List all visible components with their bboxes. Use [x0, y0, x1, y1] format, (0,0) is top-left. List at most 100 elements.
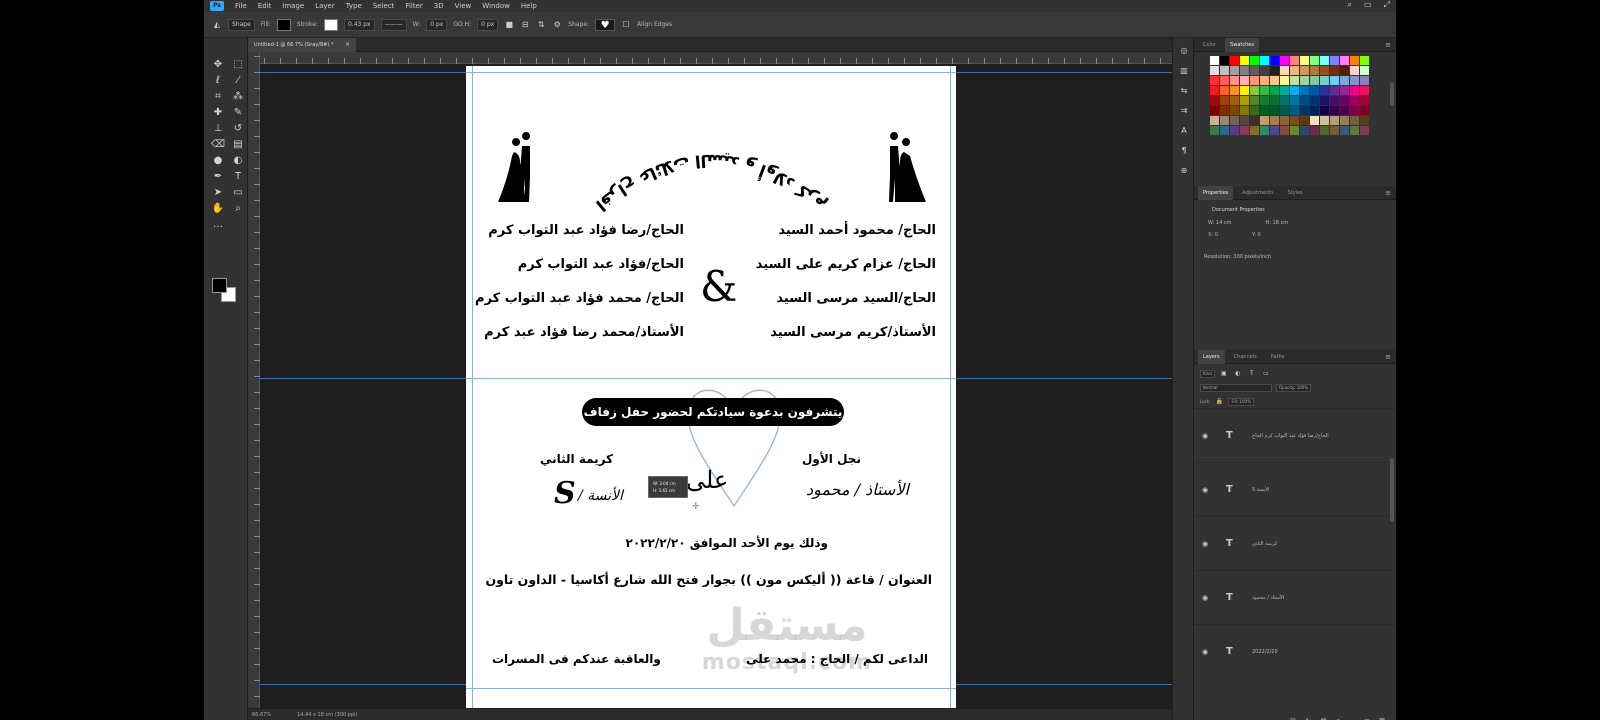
color-swatch[interactable]	[1360, 76, 1369, 85]
color-swatch[interactable]	[1360, 56, 1369, 65]
color-swatch[interactable]	[1290, 86, 1299, 95]
color-swatch[interactable]	[1250, 106, 1259, 115]
color-swatch[interactable]	[1330, 86, 1339, 95]
color-swatch[interactable]	[1240, 66, 1249, 75]
color-swatch[interactable]	[1210, 56, 1219, 65]
vertical-ruler[interactable]	[248, 52, 260, 708]
heart-shape-picker[interactable]: ♥	[595, 18, 616, 31]
color-swatch[interactable]	[1210, 106, 1219, 115]
color-swatch[interactable]	[1220, 116, 1229, 125]
color-swatch[interactable]	[1280, 126, 1289, 135]
eyedropper-tool-icon[interactable]: ⁂	[230, 90, 246, 103]
color-swatch[interactable]	[1230, 76, 1239, 85]
color-swatch[interactable]	[1290, 56, 1299, 65]
fill-field[interactable]: Fill: 100%	[1228, 397, 1254, 406]
color-swatch[interactable]	[1320, 96, 1329, 105]
color-swatch[interactable]	[1270, 126, 1279, 135]
panel-menu-icon[interactable]: ≡	[1385, 38, 1391, 52]
tab-properties[interactable]: Properties	[1198, 185, 1234, 200]
color-swatch[interactable]	[1290, 106, 1299, 115]
color-swatch[interactable]	[1260, 126, 1269, 135]
color-swatch[interactable]	[1350, 66, 1359, 75]
path-operations-icon[interactable]: ■	[504, 20, 514, 30]
layer-name[interactable]: الأستاذ / محمود	[1252, 595, 1284, 601]
color-swatch[interactable]	[1350, 106, 1359, 115]
menu-view[interactable]: View	[455, 2, 472, 10]
color-swatch[interactable]	[1240, 56, 1249, 65]
path-alignment-icon[interactable]: ⊟	[520, 20, 530, 30]
dodge-tool-icon[interactable]: ◐	[230, 154, 246, 167]
filter-adjust-icon[interactable]: ◐	[1233, 369, 1243, 379]
menu-type[interactable]: Type	[346, 2, 362, 10]
color-swatch[interactable]	[1230, 116, 1239, 125]
character-icon[interactable]: A	[1173, 124, 1195, 138]
magic-wand-tool-icon[interactable]: ⁄	[230, 74, 246, 87]
color-swatch[interactable]	[1240, 86, 1249, 95]
eye-icon[interactable]: ◉	[1202, 594, 1212, 602]
adjustments-icon[interactable]: ⇆	[1173, 84, 1195, 98]
color-swatch[interactable]	[1290, 96, 1299, 105]
color-swatch[interactable]	[1340, 116, 1349, 125]
color-swatch[interactable]	[1360, 126, 1369, 135]
color-swatch[interactable]	[1230, 96, 1239, 105]
color-swatch[interactable]	[1220, 76, 1229, 85]
color-swatch[interactable]	[1280, 76, 1289, 85]
color-swatch[interactable]	[1270, 106, 1279, 115]
crop-tool-icon[interactable]: ⌗	[210, 90, 226, 103]
color-swatch[interactable]	[1230, 126, 1239, 135]
color-swatch[interactable]	[1240, 126, 1249, 135]
height-field[interactable]: 0 px	[477, 18, 499, 31]
color-swatch[interactable]	[1290, 126, 1299, 135]
color-swatch[interactable]	[1340, 96, 1349, 105]
color-swatch[interactable]	[1250, 66, 1259, 75]
color-swatch[interactable]	[1310, 96, 1319, 105]
menu-layer[interactable]: Layer	[315, 2, 335, 10]
color-swatch[interactable]	[1210, 66, 1219, 75]
color-swatch[interactable]	[1310, 86, 1319, 95]
color-swatch[interactable]	[1320, 106, 1329, 115]
color-swatch[interactable]	[1320, 86, 1329, 95]
type-tool-icon[interactable]: T	[230, 170, 246, 183]
color-swatch[interactable]	[1320, 116, 1329, 125]
tab-color[interactable]: Color	[1198, 38, 1221, 52]
eye-icon[interactable]: ◉	[1202, 486, 1212, 494]
path-arrangement-icon[interactable]: ⇅	[536, 20, 546, 30]
healing-brush-tool-icon[interactable]: ✚	[210, 106, 226, 119]
color-swatch[interactable]	[1230, 66, 1239, 75]
learn-icon[interactable]: ◎	[1173, 44, 1195, 58]
paragraph-icon[interactable]: ¶	[1173, 144, 1195, 158]
layer-name[interactable]: كريمة الثاني	[1252, 541, 1277, 547]
filter-type-icon[interactable]: T	[1247, 369, 1257, 379]
history-icon[interactable]: ▥	[1173, 64, 1195, 78]
color-swatch[interactable]	[1310, 106, 1319, 115]
color-swatches[interactable]	[212, 278, 240, 306]
layer-row[interactable]: ◉ T كريمة الثاني	[1194, 516, 1396, 570]
color-swatch[interactable]	[1220, 86, 1229, 95]
color-swatch[interactable]	[1260, 86, 1269, 95]
color-swatch[interactable]	[1210, 96, 1219, 105]
color-swatch[interactable]	[1330, 96, 1339, 105]
lasso-tool-icon[interactable]: ℓ	[210, 74, 226, 87]
layer-name[interactable]: الأنسة S	[1252, 487, 1270, 493]
color-swatch[interactable]	[1300, 86, 1309, 95]
color-swatch[interactable]	[1250, 76, 1259, 85]
color-swatch[interactable]	[1260, 96, 1269, 105]
lock-icon[interactable]: 🔒	[1214, 397, 1224, 407]
shape-tool-icon[interactable]: ◭	[212, 20, 222, 30]
color-swatch[interactable]	[1360, 116, 1369, 125]
color-swatch[interactable]	[1310, 126, 1319, 135]
color-swatch[interactable]	[1210, 86, 1219, 95]
color-swatch[interactable]	[1220, 126, 1229, 135]
color-swatch[interactable]	[1300, 96, 1309, 105]
color-swatch[interactable]	[1270, 96, 1279, 105]
color-swatch[interactable]	[1280, 116, 1289, 125]
color-swatch[interactable]	[1260, 76, 1269, 85]
menu-filter[interactable]: Filter	[405, 2, 422, 10]
layer-row[interactable]: ◉ T 2022/2/20	[1194, 624, 1396, 678]
zoom-level[interactable]: 66.67%	[252, 709, 271, 720]
color-swatch[interactable]	[1320, 56, 1329, 65]
color-swatch[interactable]	[1310, 66, 1319, 75]
color-swatch[interactable]	[1290, 66, 1299, 75]
gear-icon[interactable]: ⚙	[552, 20, 562, 30]
color-swatch[interactable]	[1260, 56, 1269, 65]
